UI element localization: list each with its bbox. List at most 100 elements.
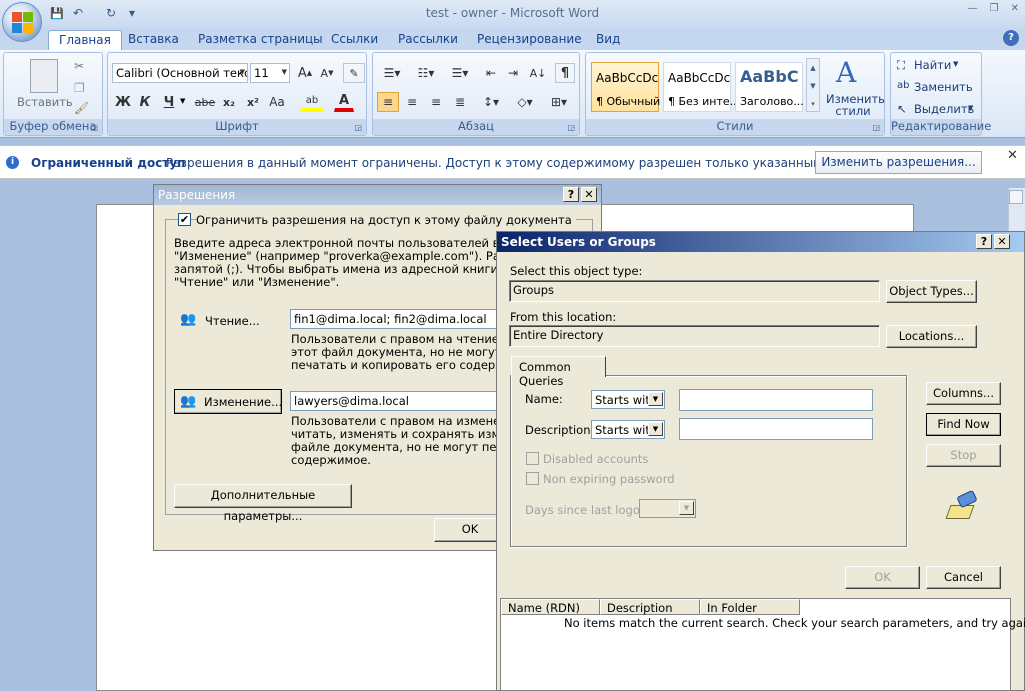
strikethrough-button[interactable]: abe: [194, 92, 216, 112]
select-cancel-button[interactable]: Cancel: [926, 566, 1001, 589]
multilevel-list-icon[interactable]: ☰▾: [445, 63, 475, 83]
borders-icon[interactable]: ⊞▾: [545, 92, 573, 112]
find-now-button[interactable]: Find Now: [926, 413, 1001, 436]
users-icon: 👥: [180, 312, 197, 327]
chevron-down-icon[interactable]: ▼: [953, 60, 958, 68]
close-icon[interactable]: ✕: [994, 234, 1010, 249]
bullets-icon[interactable]: ☰▾: [377, 63, 407, 83]
underline-button[interactable]: Ч: [160, 92, 178, 112]
change-users-field[interactable]: lawyers@dima.local: [290, 391, 500, 411]
cut-icon[interactable]: ✂: [74, 59, 84, 73]
help-icon[interactable]: ?: [1003, 30, 1019, 46]
copy-icon[interactable]: ❐: [74, 81, 85, 95]
justify-icon[interactable]: ≣: [449, 92, 471, 112]
help-icon[interactable]: ?: [976, 234, 992, 249]
stop-button[interactable]: Stop: [926, 444, 1001, 467]
shrink-font-button[interactable]: A ▼: [316, 63, 338, 83]
styles-scroll[interactable]: ▲ ▼ ▾: [806, 58, 820, 112]
superscript-button[interactable]: x²: [242, 92, 264, 112]
chevron-down-icon[interactable]: ▼: [968, 104, 973, 112]
line-spacing-icon[interactable]: ↕▾: [477, 92, 505, 112]
select-button[interactable]: Выделить: [914, 102, 974, 116]
bold-button[interactable]: Ж: [114, 92, 132, 112]
paste-button[interactable]: Вставить: [17, 95, 73, 109]
align-right-icon[interactable]: ≡: [425, 92, 447, 112]
tab-references[interactable]: Ссылки: [321, 30, 388, 50]
description-mode-select[interactable]: Starts with ▼: [591, 420, 665, 439]
font-name-combo[interactable]: Calibri (Основной текс ▼: [112, 63, 248, 83]
non-expiring-checkbox[interactable]: [526, 472, 539, 485]
restrict-checkbox[interactable]: ✔: [178, 213, 191, 226]
change-button[interactable]: 👥 Изменение...: [174, 389, 282, 414]
more-options-button[interactable]: Дополнительные параметры...: [174, 484, 352, 523]
tab-home[interactable]: Главная: [48, 30, 122, 50]
undo-icon[interactable]: ↶: [69, 4, 87, 22]
select-dialog-title: Select Users or Groups: [497, 232, 1024, 252]
tab-view[interactable]: Вид: [586, 30, 630, 50]
tab-mailings[interactable]: Рассылки: [388, 30, 468, 50]
redo-icon[interactable]: ↻: [102, 4, 120, 22]
tab-common-queries[interactable]: Common Queries: [511, 356, 606, 388]
style-heading-1[interactable]: AaBbC Заголово...: [735, 62, 804, 112]
view-ruler-icon[interactable]: [1009, 190, 1023, 204]
locations-button[interactable]: Locations...: [886, 325, 977, 348]
name-mode-select[interactable]: Starts with ▼: [591, 390, 665, 409]
change-case-button[interactable]: Aa: [266, 92, 288, 112]
clear-format-icon[interactable]: ✎: [343, 63, 365, 83]
highlight-icon[interactable]: ab: [300, 92, 324, 112]
office-button[interactable]: [2, 2, 42, 42]
tab-review[interactable]: Рецензирование: [467, 30, 592, 50]
decrease-indent-icon[interactable]: ⇤: [481, 63, 501, 83]
show-marks-icon[interactable]: ¶: [555, 63, 575, 83]
change-permissions-button[interactable]: Изменить разрешения...: [815, 151, 982, 174]
sort-icon[interactable]: A↓: [528, 63, 548, 83]
font-launcher-icon[interactable]: ◲: [354, 123, 362, 132]
align-left-icon[interactable]: ≡: [377, 92, 399, 112]
column-description[interactable]: Description: [600, 599, 700, 615]
shading-icon[interactable]: ◇▾: [511, 92, 539, 112]
save-icon[interactable]: 💾: [48, 4, 66, 22]
qat-customize-icon[interactable]: ▾: [123, 4, 141, 22]
days-since-logon-select[interactable]: ▼: [639, 499, 696, 518]
maximize-button[interactable]: ❐: [990, 3, 999, 14]
replace-button[interactable]: Заменить: [914, 80, 973, 94]
help-icon[interactable]: ?: [563, 187, 579, 202]
font-color-icon[interactable]: A: [334, 92, 354, 112]
close-icon[interactable]: ✕: [581, 187, 597, 202]
paste-icon[interactable]: [30, 59, 58, 93]
close-icon[interactable]: ✕: [1007, 148, 1018, 163]
style-normal[interactable]: AaBbCcDc ¶ Обычный: [591, 62, 660, 112]
description-input[interactable]: [679, 418, 873, 440]
close-window-button[interactable]: ✕: [1011, 3, 1019, 14]
clipboard-launcher-icon[interactable]: ◲: [90, 123, 98, 132]
read-button[interactable]: Чтение...: [205, 314, 260, 328]
office-logo-icon: [12, 12, 34, 34]
change-styles-icon[interactable]: A: [836, 56, 856, 89]
subscript-button[interactable]: x₂: [218, 92, 240, 112]
font-size-combo[interactable]: 11 ▼: [250, 63, 290, 83]
change-styles-button[interactable]: Изменить стили: [826, 93, 885, 117]
find-button[interactable]: Найти: [914, 58, 951, 72]
columns-button[interactable]: Columns...: [926, 382, 1001, 405]
align-center-icon[interactable]: ≡: [401, 92, 423, 112]
read-users-field[interactable]: fin1@dima.local; fin2@dima.local: [290, 309, 500, 329]
increase-indent-icon[interactable]: ⇥: [503, 63, 523, 83]
minimize-button[interactable]: —: [968, 3, 978, 14]
format-painter-icon[interactable]: 🖌: [74, 101, 89, 115]
numbering-icon[interactable]: ☷▾: [411, 63, 441, 83]
chevron-down-icon[interactable]: ▼: [180, 97, 185, 105]
tab-page-layout[interactable]: Разметка страницы: [188, 30, 333, 50]
styles-launcher-icon[interactable]: ◲: [872, 123, 880, 132]
grow-font-button[interactable]: A ▲: [294, 63, 316, 83]
disabled-accounts-checkbox[interactable]: [526, 452, 539, 465]
italic-button[interactable]: К: [136, 92, 154, 112]
column-in-folder[interactable]: In Folder: [700, 599, 800, 615]
location-label: From this location:: [510, 310, 617, 324]
name-input[interactable]: [679, 389, 873, 411]
column-name-rdn[interactable]: Name (RDN): [501, 599, 600, 615]
select-ok-button[interactable]: OK: [845, 566, 920, 589]
paragraph-launcher-icon[interactable]: ◲: [567, 123, 575, 132]
tab-insert[interactable]: Вставка: [118, 30, 189, 50]
object-types-button[interactable]: Object Types...: [886, 280, 977, 303]
style-no-spacing[interactable]: AaBbCcDc ¶ Без инте...: [663, 62, 740, 112]
